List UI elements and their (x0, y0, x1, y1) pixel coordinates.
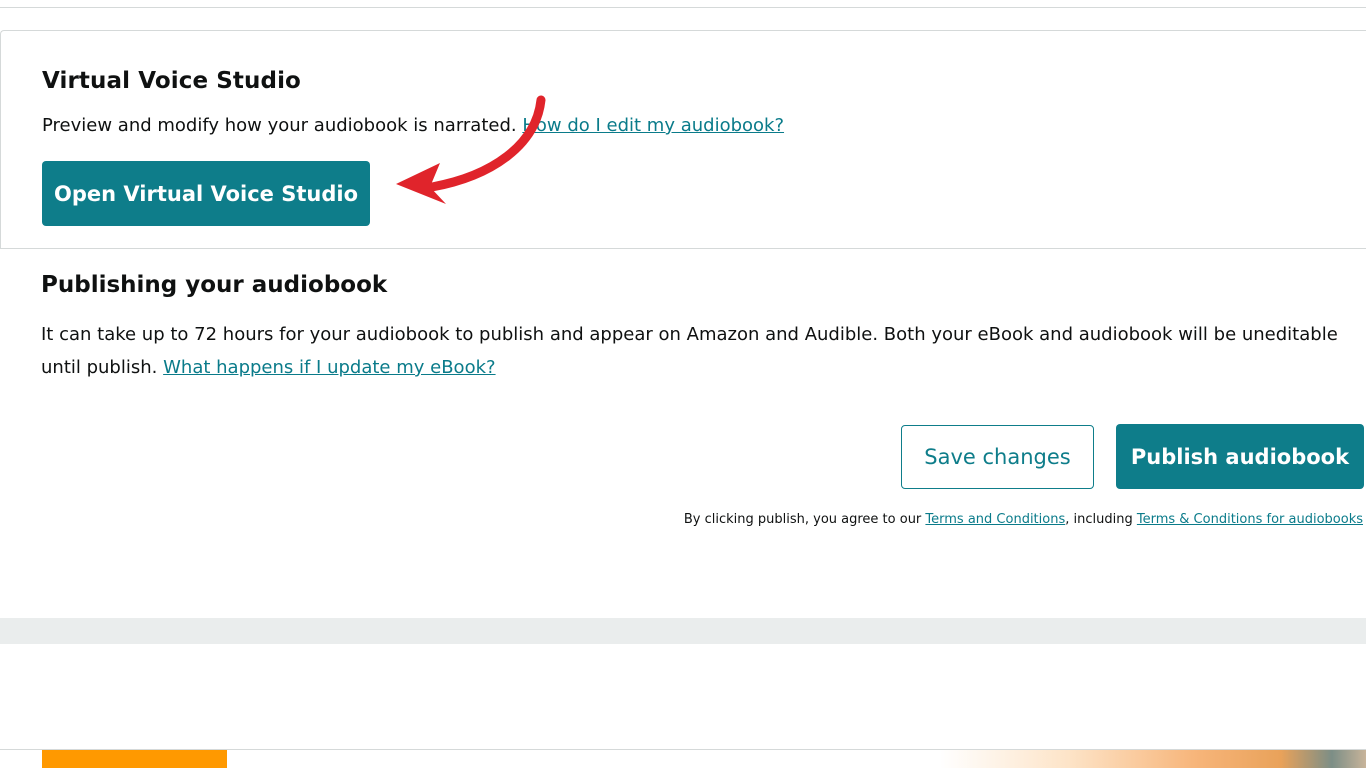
edit-audiobook-help-link[interactable]: How do I edit my audiobook? (522, 115, 784, 136)
audiobook-terms-link[interactable]: Terms & Conditions for audiobooks (1137, 512, 1363, 527)
agreement-middle: , including (1065, 512, 1133, 527)
footer-orange-tab (42, 750, 227, 768)
section-separator-band (0, 618, 1366, 644)
publish-agreement-note: By clicking publish, you agree to our Te… (684, 512, 1363, 527)
publishing-title: Publishing your audiobook (41, 272, 388, 298)
virtual-voice-title: Virtual Voice Studio (42, 68, 301, 94)
save-changes-button[interactable]: Save changes (901, 425, 1094, 489)
terms-and-conditions-link[interactable]: Terms and Conditions (925, 512, 1065, 527)
top-divider (0, 0, 1366, 8)
virtual-voice-description: Preview and modify how your audiobook is… (42, 115, 784, 136)
footer-banner-image (940, 750, 1366, 768)
agreement-prefix: By clicking publish, you agree to our (683, 512, 922, 527)
publishing-description: It can take up to 72 hours for your audi… (41, 318, 1351, 384)
virtual-voice-section: Virtual Voice Studio Preview and modify … (0, 30, 1366, 249)
virtual-voice-description-text: Preview and modify how your audiobook is… (42, 115, 517, 136)
publish-audiobook-button[interactable]: Publish audiobook (1116, 424, 1364, 489)
open-virtual-voice-studio-button[interactable]: Open Virtual Voice Studio (42, 161, 370, 226)
update-ebook-help-link[interactable]: What happens if I update my eBook? (163, 357, 495, 378)
